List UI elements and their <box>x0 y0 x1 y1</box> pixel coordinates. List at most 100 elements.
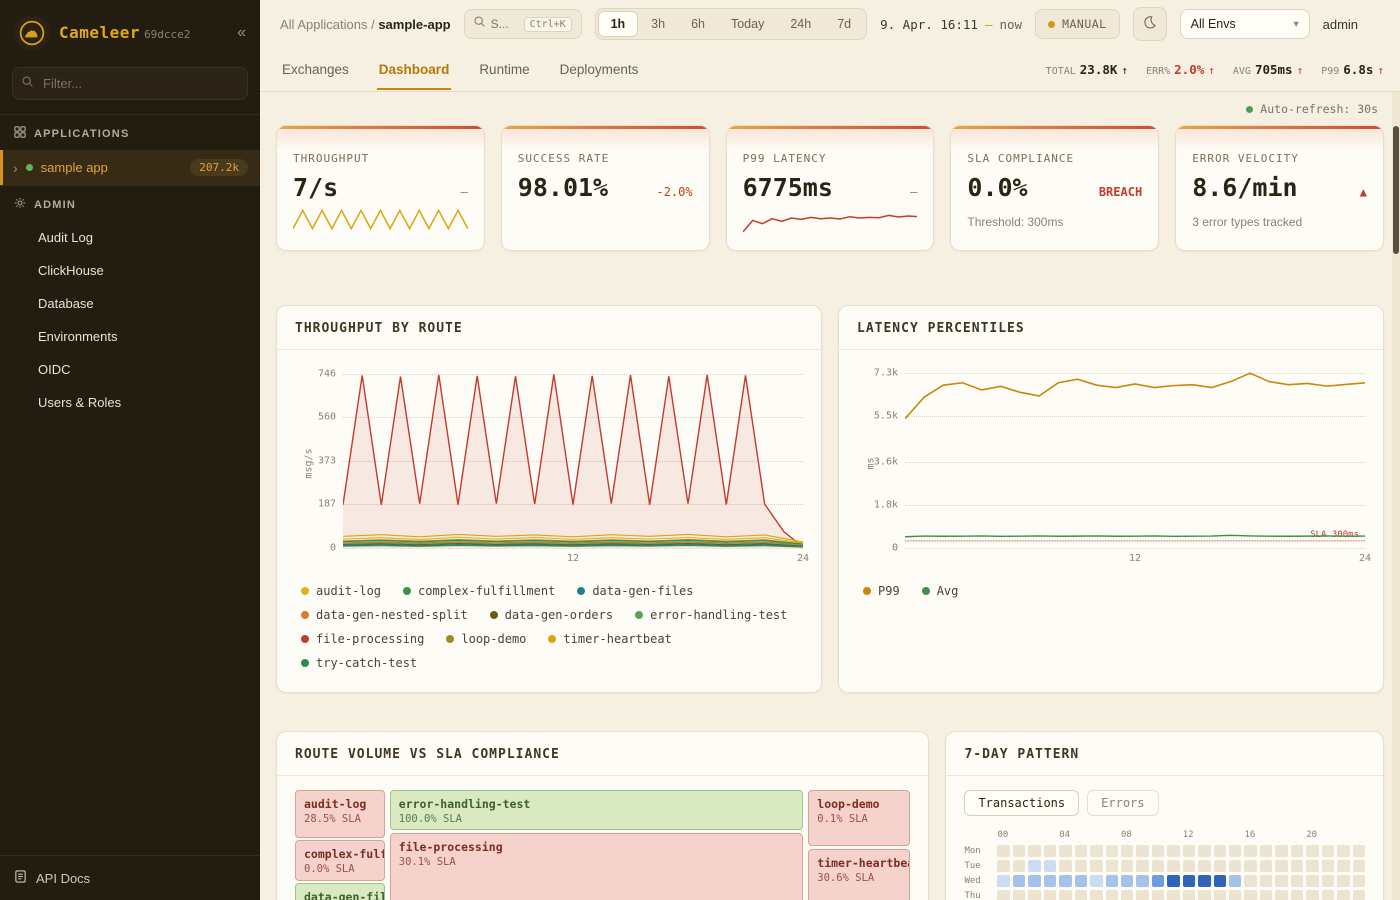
time-range-today[interactable]: Today <box>718 11 777 37</box>
latency-legend: P99 Avg <box>857 570 1365 614</box>
topbar: All Applications / sample-app Ctrl+K 1h3… <box>260 0 1400 48</box>
auto-refresh-label: Auto-refresh: 30s <box>1260 102 1378 116</box>
heatmap-row: Tue <box>964 860 1365 872</box>
tab-runtime[interactable]: Runtime <box>477 49 531 90</box>
sidebar-item-environments[interactable]: Environments <box>0 320 260 353</box>
legend-label: error-handling-test <box>650 608 787 622</box>
date-range[interactable]: 9. Apr. 16:11 — now <box>880 17 1022 32</box>
heatmap-cell <box>1260 860 1272 872</box>
tabs: Exchanges Dashboard Runtime Deployments <box>280 49 640 90</box>
treemap-tile-data-gen-files[interactable]: data-gen-files100.0% SLA <box>295 883 385 900</box>
legend-item-p99[interactable]: P99 <box>863 584 900 598</box>
sidebar-item-sample-app[interactable]: › sample app 207.2k <box>0 150 260 185</box>
dark-mode-toggle-button[interactable] <box>1133 7 1167 41</box>
scrollbar-thumb[interactable] <box>1393 126 1399 254</box>
legend-dot-icon <box>301 659 309 667</box>
filter-input[interactable] <box>12 67 248 100</box>
legend-label: data-gen-files <box>592 584 693 598</box>
legend-dot-icon <box>301 635 309 643</box>
tab-deployments[interactable]: Deployments <box>558 49 641 90</box>
tab-dashboard[interactable]: Dashboard <box>377 49 452 90</box>
heatmap-hour-label: 20 <box>1306 830 1318 840</box>
treemap-tile-file-processing[interactable]: file-processing30.1% SLA <box>390 833 804 900</box>
legend-item-error-handling-test[interactable]: error-handling-test <box>635 608 787 622</box>
treemap-tile-complex-fulfil[interactable]: complex-fulfil...0.0% SLA <box>295 840 385 880</box>
sidebar-item-database[interactable]: Database <box>0 287 260 320</box>
treemap-tile-error-handling-test[interactable]: error-handling-test100.0% SLA <box>390 790 804 830</box>
heatmap-cell <box>1337 875 1349 887</box>
legend-dot-icon <box>548 635 556 643</box>
seven-day-heatmap: 000408121620MonTueWedThuFri <box>946 822 1383 900</box>
heatmap-cell <box>1337 890 1349 900</box>
tile-sla-value: 0.1% SLA <box>817 813 901 825</box>
env-select-value: All Envs <box>1191 17 1236 31</box>
heatmap-cell <box>1167 890 1179 900</box>
heatmap-cell <box>1353 845 1365 857</box>
heatmap-cell <box>1183 875 1195 887</box>
heatmap-cell <box>1013 860 1025 872</box>
search-input[interactable] <box>491 17 519 31</box>
heatmap-cell <box>1090 875 1102 887</box>
time-range-24h[interactable]: 24h <box>777 11 824 37</box>
manual-label: MANUAL <box>1062 17 1107 31</box>
legend-dot-icon <box>403 587 411 595</box>
kpi-card-error-velocity: ERROR VELOCITY8.6/min▲3 error types trac… <box>1175 125 1384 251</box>
legend-item-timer-heartbeat[interactable]: timer-heartbeat <box>548 632 671 646</box>
tile-sla-value: 30.1% SLA <box>399 856 795 868</box>
sidebar-item-oidc[interactable]: OIDC <box>0 353 260 386</box>
stat-label: P99 <box>1321 66 1339 77</box>
toggle-transactions[interactable]: Transactions <box>964 790 1079 816</box>
time-range-7d[interactable]: 7d <box>824 11 864 37</box>
legend-item-file-processing[interactable]: file-processing <box>301 632 424 646</box>
tab-exchanges[interactable]: Exchanges <box>280 49 351 90</box>
manual-refresh-button[interactable]: MANUAL <box>1035 9 1120 39</box>
legend-item-data-gen-nested-split[interactable]: data-gen-nested-split <box>301 608 468 622</box>
sidebar-item-api-docs[interactable]: API Docs <box>0 855 260 900</box>
scrollbar-track[interactable] <box>1392 92 1400 900</box>
legend-item-data-gen-files[interactable]: data-gen-files <box>577 584 693 598</box>
heatmap-cell <box>1152 860 1164 872</box>
kpi-label: THROUGHPUT <box>293 152 468 165</box>
heatmap-cell <box>1291 875 1303 887</box>
treemap-tile-loop-demo[interactable]: loop-demo0.1% SLA <box>808 790 910 846</box>
y-axis-tick: 560 <box>318 412 336 423</box>
heatmap-cell <box>1291 890 1303 900</box>
heatmap-hour-label: 12 <box>1183 830 1195 840</box>
heatmap-cell <box>1275 845 1287 857</box>
time-range-3h[interactable]: 3h <box>638 11 678 37</box>
heatmap-cell <box>1106 890 1118 900</box>
time-range-6h[interactable]: 6h <box>678 11 718 37</box>
breadcrumb-root[interactable]: All Applications <box>280 17 367 32</box>
treemap-tile-timer-heartbeat[interactable]: timer-heartbeat30.6% SLA <box>808 849 910 900</box>
stat-p99: P996.8s↑ <box>1321 62 1384 77</box>
sidebar-item-clickhouse[interactable]: ClickHouse <box>0 254 260 287</box>
tile-name: audit-log <box>304 797 376 811</box>
x-axis-tick: 12 <box>1129 553 1141 564</box>
legend-item-loop-demo[interactable]: loop-demo <box>446 632 526 646</box>
legend-item-avg[interactable]: Avg <box>922 584 959 598</box>
heatmap-cell <box>1044 860 1056 872</box>
treemap-tile-audit-log[interactable]: audit-log28.5% SLA <box>295 790 385 838</box>
search-icon <box>21 75 34 93</box>
sidebar-collapse-button[interactable]: « <box>237 24 246 42</box>
legend-item-audit-log[interactable]: audit-log <box>301 584 381 598</box>
breadcrumb-separator: / <box>371 17 375 32</box>
heatmap-cell <box>1183 845 1195 857</box>
user-label[interactable]: admin <box>1323 17 1358 32</box>
sidebar-item-users-roles[interactable]: Users & Roles <box>0 386 260 419</box>
legend-item-complex-fulfillment[interactable]: complex-fulfillment <box>403 584 555 598</box>
global-search[interactable]: Ctrl+K <box>464 9 582 39</box>
kpi-label: ERROR VELOCITY <box>1192 152 1367 165</box>
refresh-status-dot-icon <box>1246 106 1253 113</box>
sidebar-item-audit-log[interactable]: Audit Log <box>0 221 260 254</box>
toggle-errors[interactable]: Errors <box>1087 790 1158 816</box>
heatmap-cell <box>1214 890 1226 900</box>
heatmap-row: Wed <box>964 875 1365 887</box>
stat-value: 23.8K <box>1080 62 1118 77</box>
time-range-1h[interactable]: 1h <box>598 11 639 37</box>
kpi-card-success-rate: SUCCESS RATE98.01%-2.0% <box>501 125 710 251</box>
legend-item-try-catch-test[interactable]: try-catch-test <box>301 656 417 670</box>
environment-select[interactable]: All Envs ▾ <box>1180 9 1310 39</box>
admin-section-header: ADMIN <box>0 185 260 221</box>
legend-item-data-gen-orders[interactable]: data-gen-orders <box>490 608 613 622</box>
